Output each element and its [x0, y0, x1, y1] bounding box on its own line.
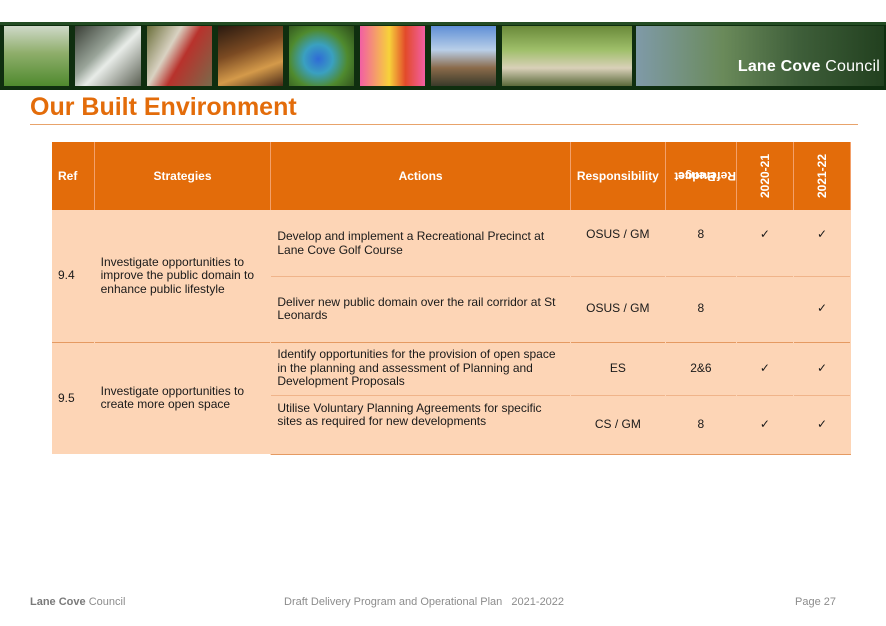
- strategy-cell: Investigate opportunities to improve the…: [94, 210, 272, 342]
- action-cell: Utilise Voluntary Planning Agreements fo…: [270, 394, 571, 455]
- header-actions: Actions: [270, 142, 571, 210]
- header-responsibility: Responsibility: [570, 142, 666, 210]
- budget-cell: 8: [665, 275, 737, 342]
- footer-council-name: Lane Cove Council: [30, 596, 126, 608]
- dining-photo: [218, 26, 283, 86]
- action-cell: Develop and implement a Recreational Pre…: [270, 210, 571, 276]
- title-divider: [30, 124, 858, 125]
- council-logo: Lane Cove Council: [737, 58, 880, 75]
- ref-cell: 9.5: [52, 341, 95, 454]
- responsibility-cell: OSUS / GM: [570, 275, 666, 342]
- check-2021-22: ✓: [793, 275, 852, 342]
- header-2021-22: 2021-22: [793, 142, 852, 210]
- action-cell: Identify opportunities for the provision…: [270, 341, 571, 395]
- responsibility-cell: CS / GM: [570, 394, 666, 455]
- responsibility-cell: OSUS / GM: [570, 210, 666, 276]
- table-header-row: Ref Strategies Actions Responsibility Bu…: [52, 142, 852, 210]
- header-2020-21: 2020-21: [736, 142, 794, 210]
- golf-course-photo: [4, 26, 69, 86]
- check-2020-21: [736, 275, 794, 342]
- check-2021-22: ✓: [793, 341, 852, 395]
- budget-cell: 8: [665, 210, 737, 276]
- lorikeet-photo: [289, 26, 354, 86]
- check-2020-21: ✓: [736, 341, 794, 395]
- dancers-photo: [147, 26, 212, 86]
- check-2021-22: ✓: [793, 394, 852, 455]
- action-cell: Deliver new public domain over the rail …: [270, 275, 571, 342]
- table-row: 9.4 Investigate opportunities to improve…: [52, 210, 852, 342]
- market-photo: [502, 26, 632, 86]
- banner-border: [0, 22, 886, 25]
- header-budget-reference: Budget Reference: [665, 142, 737, 210]
- plan-table: Ref Strategies Actions Responsibility Bu…: [52, 142, 852, 455]
- waterfall-photo: [75, 26, 141, 86]
- check-2021-22: ✓: [793, 210, 852, 276]
- responsibility-cell: ES: [570, 341, 666, 395]
- footer-page-number: Page 27: [795, 596, 836, 608]
- footer-document-title: Draft Delivery Program and Operational P…: [284, 596, 565, 608]
- strategy-cell: Investigate opportunities to create more…: [94, 341, 272, 454]
- building-photo: [431, 26, 496, 86]
- table-row: 9.5 Investigate opportunities to create …: [52, 341, 852, 454]
- header-strategies: Strategies: [94, 142, 272, 210]
- page-title: Our Built Environment: [30, 93, 297, 121]
- budget-cell: 8: [665, 394, 737, 455]
- performer-photo: [360, 26, 425, 86]
- header-ref: Ref: [52, 142, 95, 210]
- check-2020-21: ✓: [736, 210, 794, 276]
- check-2020-21: ✓: [736, 394, 794, 455]
- budget-cell: 2&6: [665, 341, 737, 395]
- ref-cell: 9.4: [52, 210, 95, 342]
- riverside-photo: [636, 26, 884, 86]
